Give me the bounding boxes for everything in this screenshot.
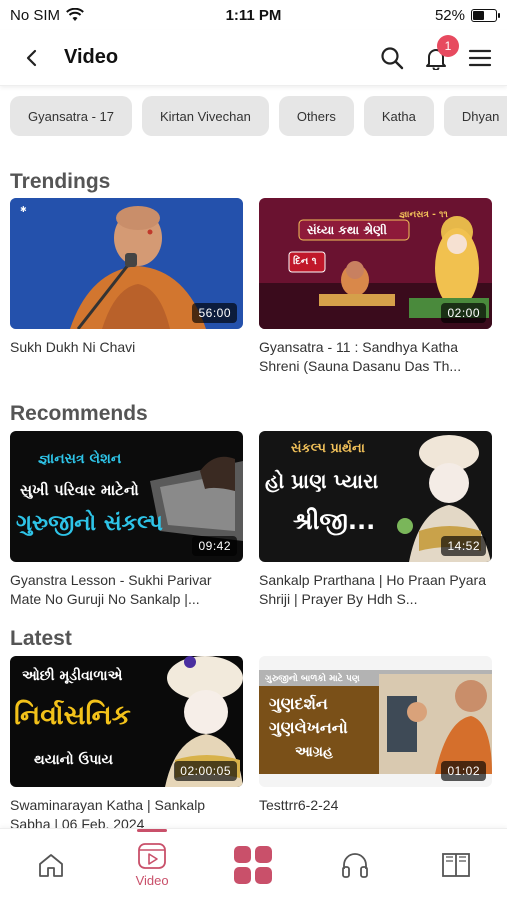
thumbnail-caption: સંકલ્પ પ્રાર્થના xyxy=(291,441,365,456)
chip-dhyan[interactable]: Dhyan xyxy=(443,96,507,136)
thumbnail-caption: થયાનો ઉપાય xyxy=(34,752,114,768)
thumbnail-caption: હો પ્રાણ પ્યારા xyxy=(265,469,379,493)
chip-gyansatra-17[interactable]: Gyansatra - 17 xyxy=(10,96,132,136)
video-thumbnail[interactable]: સંકલ્પ પ્રાર્થના હો પ્રાણ પ્યારા શ્રીજી.… xyxy=(259,431,492,562)
video-title[interactable]: Sankalp Prarthana | Ho Praan Pyara Shrij… xyxy=(259,571,492,609)
video-duration: 09:42 xyxy=(192,536,237,556)
carrier-label: No SIM xyxy=(10,6,61,24)
headphones-icon xyxy=(341,852,368,878)
page-title: Video xyxy=(64,46,119,68)
app-header: Video 1 xyxy=(0,30,507,86)
notifications-button[interactable]: 1 xyxy=(423,34,459,71)
book-icon xyxy=(442,852,471,877)
notification-count-badge: 1 xyxy=(437,34,459,57)
section-title-recommends: Recommends xyxy=(10,402,148,425)
nav-categories[interactable] xyxy=(218,835,288,895)
thumbnail-caption: ગુરુજીનો બાળકો માટે પણ xyxy=(265,674,360,684)
thumbnail-caption: ઓછી મૂડીવાળાએ xyxy=(22,668,123,684)
thumbnail-caption: સુખી પરિવાર માટેનો xyxy=(20,481,139,499)
video-card[interactable]: ગુરુજીનો બાળકો માટે પણ ગુણદર્શન ગુણલેખનન… xyxy=(259,656,492,815)
hamburger-menu-icon xyxy=(468,49,492,66)
grid-icon xyxy=(234,845,273,884)
chevron-left-icon xyxy=(26,49,37,66)
status-bar: No SIM 1:11 PM 52% xyxy=(0,0,507,30)
thumbnail-caption: સંધ્યા કથા શ્રેણી xyxy=(307,223,387,237)
video-thumbnail[interactable]: જ્ઞાનસત્ર - ૧૧ સંધ્યા કથા શ્રેણી દિન ૧ 0… xyxy=(259,198,492,329)
video-thumbnail[interactable]: જ્ઞાનસત્ર લેશન સુખી પરિવાર માટેનો ગુરુજી… xyxy=(10,431,243,562)
video-card[interactable]: ઓછી મૂડીવાળાએ નિર્વાસનિક થયાનો ઉપાય 02:0… xyxy=(10,656,243,834)
chip-others[interactable]: Others xyxy=(278,96,354,136)
video-title[interactable]: Gyansatra - 11 : Sandhya Katha Shreni (S… xyxy=(259,338,492,376)
video-play-icon xyxy=(138,843,166,869)
video-card[interactable]: ✱ 56:00 Sukh Dukh Ni Chavi xyxy=(10,198,243,357)
back-button[interactable] xyxy=(14,40,50,76)
thumbnail-caption: ગુણદર્શન xyxy=(269,694,328,713)
nav-audio[interactable] xyxy=(320,835,390,895)
nav-video[interactable]: Video xyxy=(117,828,187,895)
video-duration: 01:02 xyxy=(441,761,486,781)
video-duration: 56:00 xyxy=(192,303,237,323)
battery-percent: 52% xyxy=(434,6,465,24)
thumbnail-caption: આગ્રહ xyxy=(295,744,333,760)
status-time: 1:11 PM xyxy=(225,6,282,24)
thumbnail-caption: નિર્વાસનિક xyxy=(14,700,131,731)
status-right: 52% xyxy=(337,6,500,24)
nav-books[interactable] xyxy=(421,835,491,895)
chip-katha[interactable]: Katha xyxy=(363,96,434,136)
nav-video-label: Video xyxy=(135,873,169,888)
video-title[interactable]: Testtrr6-2-24 xyxy=(259,796,492,815)
thumbnail-caption: દિન ૧ xyxy=(293,256,317,267)
video-thumbnail[interactable]: ગુરુજીનો બાળકો માટે પણ ગુણદર્શન ગુણલેખનન… xyxy=(259,656,492,787)
video-duration: 02:00 xyxy=(441,303,486,323)
home-icon xyxy=(38,853,63,877)
status-left: No SIM xyxy=(10,7,170,24)
section-title-trendings: Trendings xyxy=(10,170,111,193)
video-title[interactable]: Sukh Dukh Ni Chavi xyxy=(10,338,243,357)
category-chips: Gyansatra - 17 Kirtan Vivechan Others Ka… xyxy=(0,96,507,140)
video-duration: 02:00:05 xyxy=(174,761,237,781)
thumbnail-caption: ગુણલેખનનો xyxy=(269,718,348,737)
video-card[interactable]: સંકલ્પ પ્રાર્થના હો પ્રાણ પ્યારા શ્રીજી.… xyxy=(259,431,492,609)
thumbnail-caption: જ્ઞાનસત્ર - ૧૧ xyxy=(399,210,448,220)
chip-kirtan-vivechan[interactable]: Kirtan Vivechan xyxy=(142,96,269,136)
wifi-icon xyxy=(66,8,84,21)
video-duration: 14:52 xyxy=(441,536,486,556)
nav-home[interactable] xyxy=(16,835,86,895)
header-actions: 1 xyxy=(379,34,493,71)
search-button[interactable] xyxy=(379,45,405,71)
battery-fill xyxy=(473,10,485,20)
battery-icon xyxy=(471,8,500,22)
thumbnail-caption: જ્ઞાનસત્ર લેશન xyxy=(38,451,122,467)
section-title-latest: Latest xyxy=(10,627,72,650)
video-thumbnail[interactable]: ✱ 56:00 xyxy=(10,198,243,329)
bottom-navigation: Video xyxy=(0,828,507,900)
video-thumbnail[interactable]: ઓછી મૂડીવાળાએ નિર્વાસનિક થયાનો ઉપાય 02:0… xyxy=(10,656,243,787)
video-card[interactable]: જ્ઞાનસત્ર લેશન સુખી પરિવાર માટેનો ગુરુજી… xyxy=(10,431,243,609)
svg-text:✱: ✱ xyxy=(20,205,27,214)
thumbnail-caption: શ્રીજી... xyxy=(293,507,376,535)
video-card[interactable]: જ્ઞાનસત્ર - ૧૧ સંધ્યા કથા શ્રેણી દિન ૧ 0… xyxy=(259,198,492,376)
video-title[interactable]: Gyanstra Lesson - Sukhi Parivar Mate No … xyxy=(10,571,243,609)
search-icon xyxy=(381,46,404,69)
thumbnail-caption: ગુરુજીનો સંકલ્પ xyxy=(16,511,163,536)
menu-button[interactable] xyxy=(467,45,493,71)
